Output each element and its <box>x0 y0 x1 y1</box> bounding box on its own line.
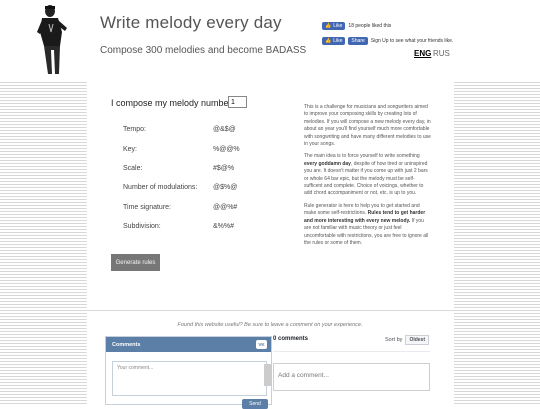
fb-like-button[interactable]: 👍 Like <box>322 22 346 30</box>
fb-share-button[interactable]: Share <box>348 37 368 45</box>
fb-add-comment-input[interactable]: Add a comment... <box>273 363 430 391</box>
param-value-modulations: @$%@ <box>213 184 238 191</box>
fb-like-label: Like <box>333 23 343 29</box>
param-label-tempo: Tempo: <box>123 126 146 133</box>
fb-sort: Sort by Oldest <box>385 335 429 345</box>
vk-comments-widget: Comments VK Your comment... Send <box>105 336 272 409</box>
fb-sort-select[interactable]: Oldest <box>405 335 429 345</box>
fb-share-row: 👍 Like Share Sign Up to see what your fr… <box>322 37 453 45</box>
generate-rules-button[interactable]: Generate rules <box>111 254 160 271</box>
divider <box>273 351 430 352</box>
avatar <box>264 364 272 386</box>
param-label-modulations: Number of modulations: <box>123 184 198 191</box>
fb-signup-text[interactable]: Sign Up to see what your friends like. <box>371 38 454 44</box>
thumbs-up-icon: 👍 <box>325 23 332 29</box>
melody-number-input[interactable] <box>228 96 247 108</box>
fb-like-button-2[interactable]: 👍 Like <box>322 37 346 45</box>
param-label-time-signature: Time signature: <box>123 204 171 211</box>
param-value-tempo: @&$@ <box>213 126 236 133</box>
fb-comments-widget: 0 comments Sort by Oldest Add a comment.… <box>264 335 430 405</box>
fb-like-row: 👍 Like 18 people liked this <box>322 22 391 30</box>
page-header: Write melody every day Compose 300 melod… <box>0 0 540 80</box>
description-paragraph-3: Rule generator is here to help you to ge… <box>304 203 432 247</box>
fb-like-label: Like <box>333 38 343 44</box>
page-title: Write melody every day <box>100 13 282 32</box>
param-value-key: %@@% <box>213 146 240 153</box>
description-emphasis: every goddamn day <box>304 160 351 167</box>
helpful-text: Found this website useful? Be sure to le… <box>177 322 363 328</box>
vk-comments-header: Comments VK <box>106 337 271 352</box>
vk-logo-icon: VK <box>256 340 267 349</box>
vk-send-button[interactable]: Send <box>242 399 268 409</box>
description-paragraph-2: The main idea is to force yourself to wr… <box>304 153 432 197</box>
lang-eng-link[interactable]: ENG <box>414 49 431 58</box>
param-value-time-signature: @@%# <box>213 204 238 211</box>
description: This is a challenge for musicians and so… <box>304 104 432 252</box>
fb-like-count: 18 people liked this <box>348 23 392 29</box>
fb-sort-label: Sort by <box>385 337 403 343</box>
description-text: The main idea is to force yourself to wr… <box>304 153 420 160</box>
vk-comment-input[interactable]: Your comment... <box>112 361 267 396</box>
compose-label: I compose my melody number <box>111 98 232 108</box>
main-panel: I compose my melody number Tempo: @&$@ K… <box>87 80 454 310</box>
param-label-key: Key: <box>123 146 138 153</box>
fb-comment-count: 0 comments <box>273 336 309 342</box>
param-value-subdivision: &%%# <box>213 223 235 230</box>
lang-rus-link[interactable]: RUS <box>433 49 450 58</box>
thumbs-up-icon: 👍 <box>325 38 332 44</box>
param-value-scale: #$@% <box>213 165 235 172</box>
param-label-scale: Scale: <box>123 165 143 172</box>
rapper-figure-image <box>37 5 67 74</box>
vk-comments-title: Comments <box>112 341 141 348</box>
param-label-subdivision: Subdivision: <box>123 223 161 230</box>
description-paragraph-1: This is a challenge for musicians and so… <box>304 104 431 148</box>
page-subtitle: Compose 300 melodies and become BADASS <box>100 45 307 56</box>
